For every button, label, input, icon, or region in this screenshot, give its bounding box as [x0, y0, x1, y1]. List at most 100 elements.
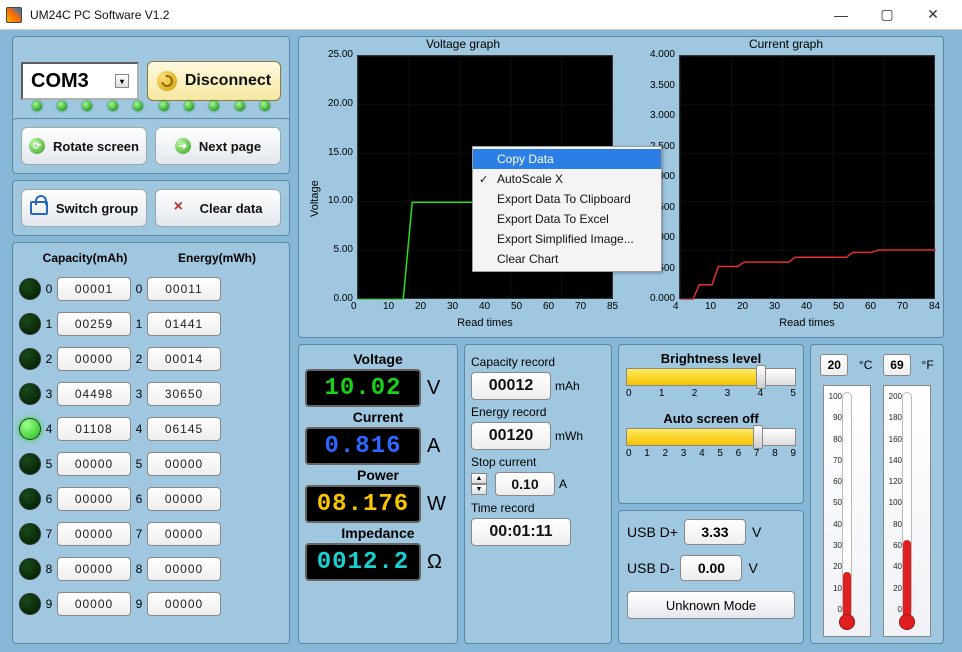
- next-page-button[interactable]: ➜ Next page: [155, 127, 281, 165]
- context-menu-item[interactable]: Clear Chart: [473, 249, 661, 269]
- energy-record-value: 00120: [471, 422, 551, 450]
- usb-panel: USB D+3.33V USB D-0.00V Unknown Mode: [618, 510, 804, 644]
- thermometer-fahrenheit: 200180160140120100806040200: [879, 385, 935, 637]
- group-index: 7: [44, 527, 54, 541]
- temp-c-unit: °C: [859, 358, 872, 372]
- group-index: 9: [134, 597, 144, 611]
- group-capacity-value[interactable]: 00000: [57, 452, 131, 476]
- group-energy-value[interactable]: 00000: [147, 487, 221, 511]
- thermo-tick: 80: [826, 435, 842, 444]
- app-icon: [6, 7, 22, 23]
- status-led-strip: [12, 98, 290, 114]
- thermo-tick: 90: [826, 413, 842, 422]
- group-energy-value[interactable]: 00011: [147, 277, 221, 301]
- slider-tick: 1: [644, 448, 650, 459]
- context-menu-item[interactable]: Copy Data: [473, 149, 661, 169]
- group-indicator-icon: [19, 453, 41, 475]
- brightness-slider[interactable]: 012345: [626, 368, 796, 399]
- energy-header: Energy(mWh): [151, 251, 283, 265]
- group-energy-value[interactable]: 01441: [147, 312, 221, 336]
- current-chart-title: Current graph: [629, 37, 943, 51]
- group-index: 8: [44, 562, 54, 576]
- stop-current-value[interactable]: 0.10: [495, 472, 555, 496]
- stop-current-spinner[interactable]: ▲▼: [471, 473, 487, 495]
- group-row: 9 00000 9 00000: [19, 586, 283, 621]
- context-menu-item[interactable]: Export Simplified Image...: [473, 229, 661, 249]
- chart-tick: 84: [929, 301, 940, 312]
- group-capacity-value[interactable]: 00000: [57, 557, 131, 581]
- disconnect-button[interactable]: Disconnect: [147, 61, 281, 101]
- group-energy-value[interactable]: 00014: [147, 347, 221, 371]
- group-energy-value[interactable]: 00000: [147, 452, 221, 476]
- slider-tick: 0: [626, 388, 632, 399]
- temp-f-unit: °F: [922, 358, 934, 372]
- group-row: 4 01108 4 06145: [19, 411, 283, 446]
- voltage-label: Voltage: [305, 351, 451, 367]
- group-capacity-value[interactable]: 04498: [57, 382, 131, 406]
- close-button[interactable]: ✕: [910, 0, 956, 30]
- group-energy-value[interactable]: 06145: [147, 417, 221, 441]
- auto-off-slider[interactable]: 0123456789: [626, 428, 796, 459]
- slider-tick: 8: [772, 448, 778, 459]
- group-row: 0 00001 0 00011: [19, 271, 283, 306]
- maximize-button[interactable]: ▢: [864, 0, 910, 30]
- slider-thumb-icon[interactable]: [756, 365, 766, 389]
- slider-tick: 4: [699, 448, 705, 459]
- group-capacity-value[interactable]: 00000: [57, 592, 131, 616]
- temperature-panel: 20 °C 69 °F 1009080706050403020100 20018…: [810, 344, 944, 644]
- slider-thumb-icon[interactable]: [753, 425, 763, 449]
- group-indicator-icon: [19, 558, 41, 580]
- slider-tick: 1: [659, 388, 665, 399]
- group-energy-value[interactable]: 30650: [147, 382, 221, 406]
- chart-tick: 50: [511, 301, 522, 312]
- current-label: Current: [305, 409, 451, 425]
- com-port-select[interactable]: COM3 ▾: [21, 62, 139, 100]
- usb-dplus-label: USB D+: [627, 524, 678, 540]
- status-led: [184, 101, 194, 111]
- group-indicator-icon: [19, 348, 41, 370]
- group-capacity-value[interactable]: 00000: [57, 487, 131, 511]
- group-energy-value[interactable]: 00000: [147, 557, 221, 581]
- group-capacity-value[interactable]: 00000: [57, 347, 131, 371]
- group-capacity-value[interactable]: 00259: [57, 312, 131, 336]
- app-body: COM3 ▾ Disconnect ⟳ Rotate screen ➜ Next…: [0, 30, 962, 652]
- group-row: 6 00000 6 00000: [19, 481, 283, 516]
- group-indicator-icon: [19, 313, 41, 335]
- slider-tick: 0: [626, 448, 632, 459]
- current-lcd: 0.816: [305, 427, 421, 465]
- chart-tick: 70: [575, 301, 586, 312]
- slider-tick: 6: [736, 448, 742, 459]
- chart-tick: 60: [865, 301, 876, 312]
- group-row: 3 04498 3 30650: [19, 376, 283, 411]
- group-energy-value[interactable]: 00000: [147, 522, 221, 546]
- impedance-lcd: 0012.2: [305, 543, 421, 581]
- context-menu-item[interactable]: ✓ AutoScale X: [473, 169, 661, 189]
- minimize-button[interactable]: —: [818, 0, 864, 30]
- thermo-tick: 100: [886, 498, 902, 507]
- chart-tick: 4.000: [643, 49, 675, 60]
- chart-tick: 70: [897, 301, 908, 312]
- usb-mode-button[interactable]: Unknown Mode: [627, 591, 795, 619]
- group-indicator-icon: [19, 278, 41, 300]
- clear-data-button[interactable]: × Clear data: [155, 189, 281, 227]
- slider-tick: 3: [725, 388, 731, 399]
- group-capacity-value[interactable]: 00001: [57, 277, 131, 301]
- spin-down-icon: ▼: [471, 484, 487, 495]
- power-label: Power: [305, 467, 451, 483]
- group-energy-value[interactable]: 00000: [147, 592, 221, 616]
- usb-dminus-label: USB D-: [627, 560, 674, 576]
- status-led: [108, 101, 118, 111]
- group-capacity-value[interactable]: 01108: [57, 417, 131, 441]
- temp-f-value: 69: [883, 354, 911, 376]
- rotate-screen-button[interactable]: ⟳ Rotate screen: [21, 127, 147, 165]
- context-menu-item[interactable]: Export Data To Excel: [473, 209, 661, 229]
- group-indicator-icon: [19, 418, 41, 440]
- chart-tick: 30: [769, 301, 780, 312]
- group-index: 8: [134, 562, 144, 576]
- context-menu-item[interactable]: Export Data To Clipboard: [473, 189, 661, 209]
- group-capacity-value[interactable]: 00000: [57, 522, 131, 546]
- chart-tick: 25.00: [321, 49, 353, 60]
- switch-group-button[interactable]: Switch group: [21, 189, 147, 227]
- spin-up-icon: ▲: [471, 473, 487, 484]
- current-chart-plot[interactable]: [679, 55, 935, 299]
